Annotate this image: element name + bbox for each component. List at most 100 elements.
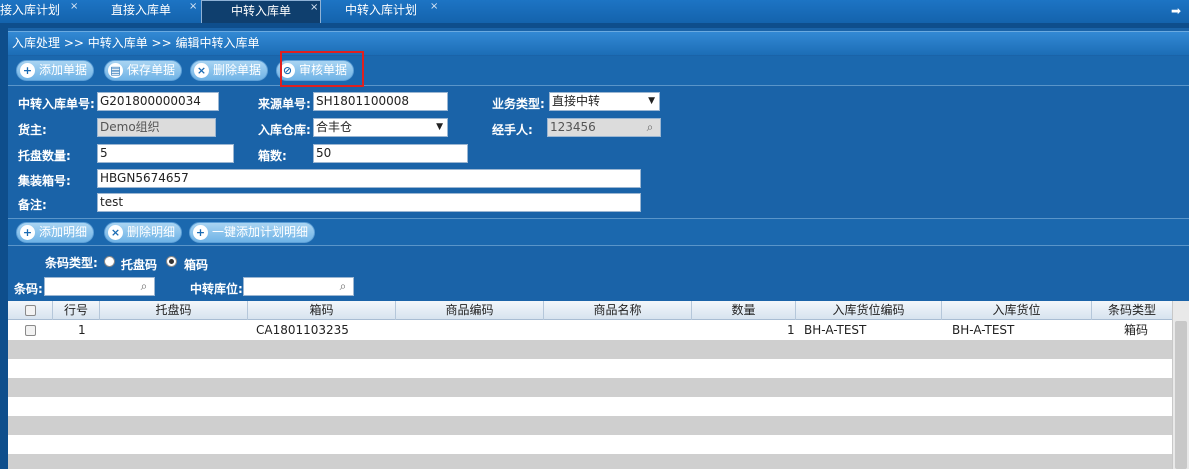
tab-direct-inbound[interactable]: 直接入库单 ×: [90, 0, 200, 23]
box-qty-field[interactable]: 50: [313, 144, 468, 163]
breadcrumb: 入库处理 >> 中转入库单 >> 编辑中转入库单: [8, 31, 1189, 55]
main-toolbar: + 添加单据 ▤ 保存单据 × 删除单据 ⊘ 审核单据: [8, 56, 1189, 86]
save-icon: ▤: [108, 63, 123, 78]
button-label: 添加明细: [39, 225, 88, 239]
container-label: 集装箱号:: [18, 174, 71, 188]
detail-table: 行号 托盘码 箱码 商品编码 商品名称 数量 入库货位编码 入库货位 条码类型 …: [8, 301, 1172, 469]
transfer-no-field[interactable]: G201800000034: [97, 92, 219, 111]
transfer-location-label: 中转库位:: [190, 282, 243, 296]
close-icon[interactable]: ×: [189, 0, 197, 17]
barcode-label: 条码:: [14, 282, 43, 296]
box-qty-label: 箱数:: [258, 149, 287, 163]
row-box: CA1801103235: [256, 323, 349, 337]
tab-transfer-plan[interactable]: 中转入库计划 ×: [325, 0, 445, 23]
box-radio[interactable]: [166, 256, 177, 267]
owner-label: 货主:: [18, 123, 47, 137]
pallet-radio[interactable]: [104, 256, 115, 267]
header-row-no: 行号: [53, 301, 100, 320]
row-checkbox[interactable]: [25, 325, 36, 336]
header-loc: 入库货位: [942, 301, 1092, 320]
close-circle-icon: ×: [194, 63, 209, 78]
select-value: 合丰仓: [316, 120, 353, 134]
button-label: 删除单据: [213, 63, 262, 77]
tab-label: 直接入库单: [111, 3, 172, 17]
header-pallet: 托盘码: [100, 301, 248, 320]
row-loc: BH-A-TEST: [952, 323, 1015, 337]
container-field[interactable]: HBGN5674657: [97, 169, 641, 188]
handler-field[interactable]: 123456 ⌕: [547, 118, 661, 137]
empty-row: [8, 378, 1172, 397]
pallet-radio-label: 托盘码: [121, 258, 158, 272]
detail-toolbar: + 添加明细 × 删除明细 + 一键添加计划明细: [8, 218, 1189, 246]
header-sku: 商品编码: [396, 301, 544, 320]
transfer-location-input[interactable]: ⌕: [243, 277, 354, 296]
source-no-field[interactable]: SH1801100008: [313, 92, 448, 111]
header-loc-code: 入库货位编码: [796, 301, 942, 320]
tab-bar: 接入库计划 × 直接入库单 × 中转入库单 × 中转入库计划 × ➡: [0, 0, 1189, 24]
caret-down-icon: ▼: [648, 96, 655, 106]
left-strip: [0, 28, 8, 469]
tab-label: 接入库计划: [0, 3, 61, 17]
plus-icon: +: [193, 225, 208, 240]
biz-type-label: 业务类型:: [492, 97, 545, 111]
header-name: 商品名称: [544, 301, 692, 320]
add-document-button[interactable]: + 添加单据: [16, 60, 95, 81]
empty-row: [8, 359, 1172, 378]
close-circle-icon: ×: [108, 225, 123, 240]
tab-inbound-plan[interactable]: 接入库计划 ×: [0, 0, 85, 23]
close-icon[interactable]: ×: [430, 0, 438, 17]
plus-icon: +: [20, 225, 35, 240]
pallet-qty-label: 托盘数量:: [18, 149, 71, 163]
close-icon[interactable]: ×: [310, 0, 318, 18]
button-label: 保存单据: [127, 63, 176, 77]
pallet-qty-field[interactable]: 5: [97, 144, 234, 163]
select-all-checkbox[interactable]: [25, 305, 36, 316]
barcode-type-label: 条码类型:: [45, 256, 98, 270]
tab-label: 中转入库计划: [345, 3, 418, 17]
delete-document-button[interactable]: × 删除单据: [190, 60, 269, 81]
tab-transfer-inbound[interactable]: 中转入库单 ×: [201, 0, 321, 23]
plus-icon: +: [20, 63, 35, 78]
add-plan-detail-button[interactable]: + 一键添加计划明细: [189, 222, 316, 243]
transfer-no-label: 中转入库单号:: [18, 97, 95, 111]
warehouse-select[interactable]: 合丰仓 ▼: [313, 118, 448, 137]
button-label: 删除明细: [127, 225, 176, 239]
header-box: 箱码: [248, 301, 396, 320]
empty-row: [8, 340, 1172, 359]
empty-row: [8, 454, 1172, 469]
tab-label: 中转入库单: [231, 4, 292, 18]
row-type: 箱码: [1124, 323, 1149, 337]
delete-detail-button[interactable]: × 删除明细: [104, 222, 183, 243]
select-value: 直接中转: [552, 94, 601, 108]
close-icon[interactable]: ×: [70, 0, 78, 17]
empty-row: [8, 435, 1172, 454]
empty-row: [8, 416, 1172, 435]
row-no: 1: [78, 323, 86, 337]
table-row[interactable]: 1 CA1801103235 1 BH-A-TEST BH-A-TEST 箱码: [8, 321, 1172, 340]
vertical-scrollbar[interactable]: [1172, 301, 1189, 469]
biz-type-select[interactable]: 直接中转 ▼: [549, 92, 660, 111]
table-header: 行号 托盘码 箱码 商品编码 商品名称 数量 入库货位编码 入库货位 条码类型: [8, 301, 1172, 320]
search-icon[interactable]: ⌕: [335, 279, 351, 294]
warehouse-label: 入库仓库:: [258, 123, 311, 137]
button-label: 添加单据: [39, 63, 88, 77]
search-icon[interactable]: ⌕: [136, 279, 152, 294]
arrow-right-icon[interactable]: ➡: [1171, 4, 1185, 18]
caret-down-icon: ▼: [436, 122, 443, 132]
remark-field[interactable]: test: [97, 193, 641, 212]
tab-divider: [0, 24, 1189, 28]
search-icon[interactable]: ⌕: [642, 120, 658, 135]
barcode-input[interactable]: ⌕: [44, 277, 155, 296]
box-radio-label: 箱码: [184, 258, 209, 272]
scrollbar-thumb[interactable]: [1175, 321, 1187, 469]
field-value: 123456: [550, 120, 596, 134]
save-document-button[interactable]: ▤ 保存单据: [104, 60, 183, 81]
remark-label: 备注:: [18, 198, 47, 212]
row-loc-code: BH-A-TEST: [804, 323, 867, 337]
button-label: 一键添加计划明细: [212, 225, 309, 239]
add-detail-button[interactable]: + 添加明细: [16, 222, 95, 243]
handler-label: 经手人:: [492, 123, 533, 137]
header-checkbox-cell: [8, 301, 53, 320]
empty-row: [8, 397, 1172, 416]
row-qty: 1: [787, 323, 795, 337]
